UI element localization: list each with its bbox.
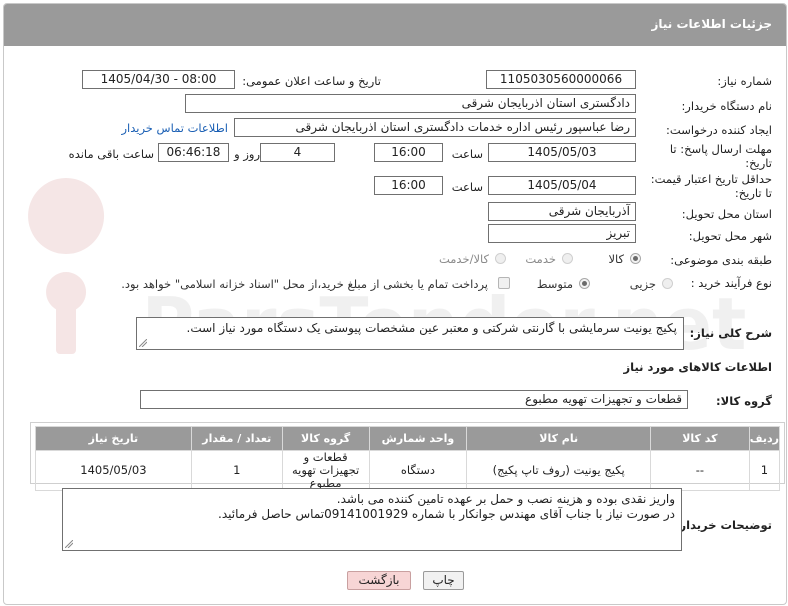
table-row[interactable]: 1 -- پکیج یونیت (روف تاپ پکیج) دستگاه قط… bbox=[35, 450, 781, 491]
items-table: ردیف کد کالا نام کالا واحد شمارش گروه کا… bbox=[35, 426, 781, 491]
price-validity-time[interactable]: 16:00 bbox=[374, 176, 443, 195]
category-radio-goods-service[interactable] bbox=[495, 253, 506, 264]
col-item-code: کد کالا bbox=[649, 426, 750, 451]
cell-need-date: 1405/05/03 bbox=[35, 450, 192, 491]
process-radio-minor[interactable] bbox=[662, 278, 673, 289]
back-button[interactable]: بازگشت bbox=[347, 571, 411, 590]
price-validity-time-label: ساعت bbox=[451, 180, 483, 194]
process-option-medium: متوسط bbox=[536, 277, 573, 291]
remaining-time-field[interactable]: 06:46:18 bbox=[158, 143, 229, 162]
goods-section-title: اطلاعات کالاهای مورد نیاز bbox=[623, 360, 772, 374]
buyer-notes-line2: در صورت نیاز با جناب آقای مهندس جوانکار … bbox=[218, 507, 675, 521]
cell-item-name: پکیج یونیت (روف تاپ پکیج) bbox=[466, 450, 651, 491]
reply-deadline-label-line2: تاریخ: bbox=[745, 156, 772, 170]
process-option-minor: جزیی bbox=[629, 277, 656, 291]
category-radio-service[interactable] bbox=[562, 253, 573, 264]
requester-field[interactable]: رضا عباسپور رئیس اداره خدمات دادگستری اس… bbox=[234, 118, 636, 137]
goods-group-field[interactable]: قطعات و تجهیزات تهویه مطبوع bbox=[140, 390, 688, 409]
treasury-note: پرداخت تمام یا بخشی از مبلغ خرید،از محل … bbox=[121, 277, 488, 291]
buyer-contact-link[interactable]: اطلاعات تماس خریدار bbox=[121, 121, 228, 135]
col-row-number: ردیف bbox=[748, 426, 781, 451]
col-unit: واحد شمارش bbox=[368, 426, 468, 451]
price-validity-label-line2: تا تاریخ: bbox=[734, 186, 772, 200]
cell-item-code: -- bbox=[649, 450, 750, 491]
process-radio-medium[interactable] bbox=[579, 278, 590, 289]
buyer-org-label: نام دستگاه خریدار: bbox=[681, 99, 772, 113]
buyer-org-field[interactable]: دادگستری استان اذربایجان شرقی bbox=[185, 94, 636, 113]
reply-deadline-date[interactable]: 1405/05/03 bbox=[488, 143, 636, 162]
announce-datetime-label: تاریخ و ساعت اعلان عمومی: bbox=[242, 74, 381, 88]
buyer-notes-line1: واریز نقدی بوده و هزینه نصب و حمل بر عهد… bbox=[336, 492, 675, 506]
delivery-city-label: شهر محل تحویل: bbox=[688, 229, 772, 243]
col-item-group: گروه کالا bbox=[281, 426, 370, 451]
items-table-header: ردیف کد کالا نام کالا واحد شمارش گروه کا… bbox=[35, 426, 781, 451]
category-option-goods: کالا bbox=[608, 252, 624, 266]
delivery-city-field[interactable]: تبریز bbox=[488, 224, 636, 243]
details-panel: ParsTender.net جزئیات اطلاعات نیاز شماره… bbox=[3, 3, 787, 605]
col-quantity: تعداد / مقدار bbox=[190, 426, 283, 451]
description-textarea[interactable]: پکیج یونیت سرمایشی با گارنتی شرکتی و معت… bbox=[136, 317, 684, 350]
goods-group-label: گروه کالا: bbox=[716, 394, 772, 408]
cell-item-group: قطعات و تجهیزات تهویه مطبوع bbox=[281, 450, 370, 491]
category-option-goods-service: کالا/خدمت bbox=[438, 252, 489, 266]
resize-grip-icon[interactable] bbox=[65, 540, 73, 548]
purchase-process-label: نوع فرآیند خرید : bbox=[690, 276, 772, 290]
description-text: پکیج یونیت سرمایشی با گارنتی شرکتی و معت… bbox=[186, 321, 677, 335]
cell-row-number: 1 bbox=[748, 450, 781, 491]
print-button[interactable]: چاپ bbox=[423, 571, 464, 590]
need-number-field[interactable]: 1105030560000066 bbox=[486, 70, 636, 89]
category-radio-goods[interactable] bbox=[630, 253, 641, 264]
need-number-label: شماره نیاز: bbox=[717, 74, 772, 88]
cell-quantity: 1 bbox=[190, 450, 283, 491]
requester-label: ایجاد کننده درخواست: bbox=[666, 123, 772, 137]
panel-header: جزئیات اطلاعات نیاز bbox=[4, 4, 786, 46]
days-label: روز و bbox=[234, 147, 260, 161]
reply-deadline-label-line1: مهلت ارسال پاسخ: تا bbox=[669, 142, 772, 156]
col-need-date: تاریخ نیاز bbox=[35, 426, 192, 451]
delivery-province-field[interactable]: آذربایجان شرقی bbox=[488, 202, 636, 221]
cell-unit: دستگاه bbox=[368, 450, 468, 491]
buyer-notes-textarea[interactable]: واریز نقدی بوده و هزینه نصب و حمل بر عهد… bbox=[62, 488, 682, 551]
price-validity-date[interactable]: 1405/05/04 bbox=[488, 176, 636, 195]
treasury-checkbox[interactable] bbox=[498, 277, 510, 289]
page-title: جزئیات اطلاعات نیاز bbox=[651, 17, 772, 31]
reply-deadline-time[interactable]: 16:00 bbox=[374, 143, 443, 162]
description-label: شرح کلی نیاز: bbox=[689, 326, 772, 340]
reply-deadline-time-label: ساعت bbox=[451, 147, 483, 161]
announce-datetime-field[interactable]: 1405/04/30 - 08:00 bbox=[82, 70, 235, 89]
price-validity-label-line1: حداقل تاریخ اعتبار قیمت: bbox=[650, 172, 772, 186]
items-table-container: ردیف کد کالا نام کالا واحد شمارش گروه کا… bbox=[30, 422, 785, 491]
delivery-province-label: استان محل تحویل: bbox=[681, 207, 772, 221]
category-option-service: خدمت bbox=[525, 252, 556, 266]
resize-grip-icon[interactable] bbox=[139, 339, 147, 347]
buyer-notes-label: توضیحات خریدار: bbox=[674, 518, 772, 532]
reply-days-field[interactable]: 4 bbox=[260, 143, 335, 162]
remaining-time-label: ساعت باقی مانده bbox=[68, 147, 154, 161]
col-item-name: نام کالا bbox=[466, 426, 651, 451]
category-label: طبقه بندی موضوعی: bbox=[670, 253, 772, 267]
